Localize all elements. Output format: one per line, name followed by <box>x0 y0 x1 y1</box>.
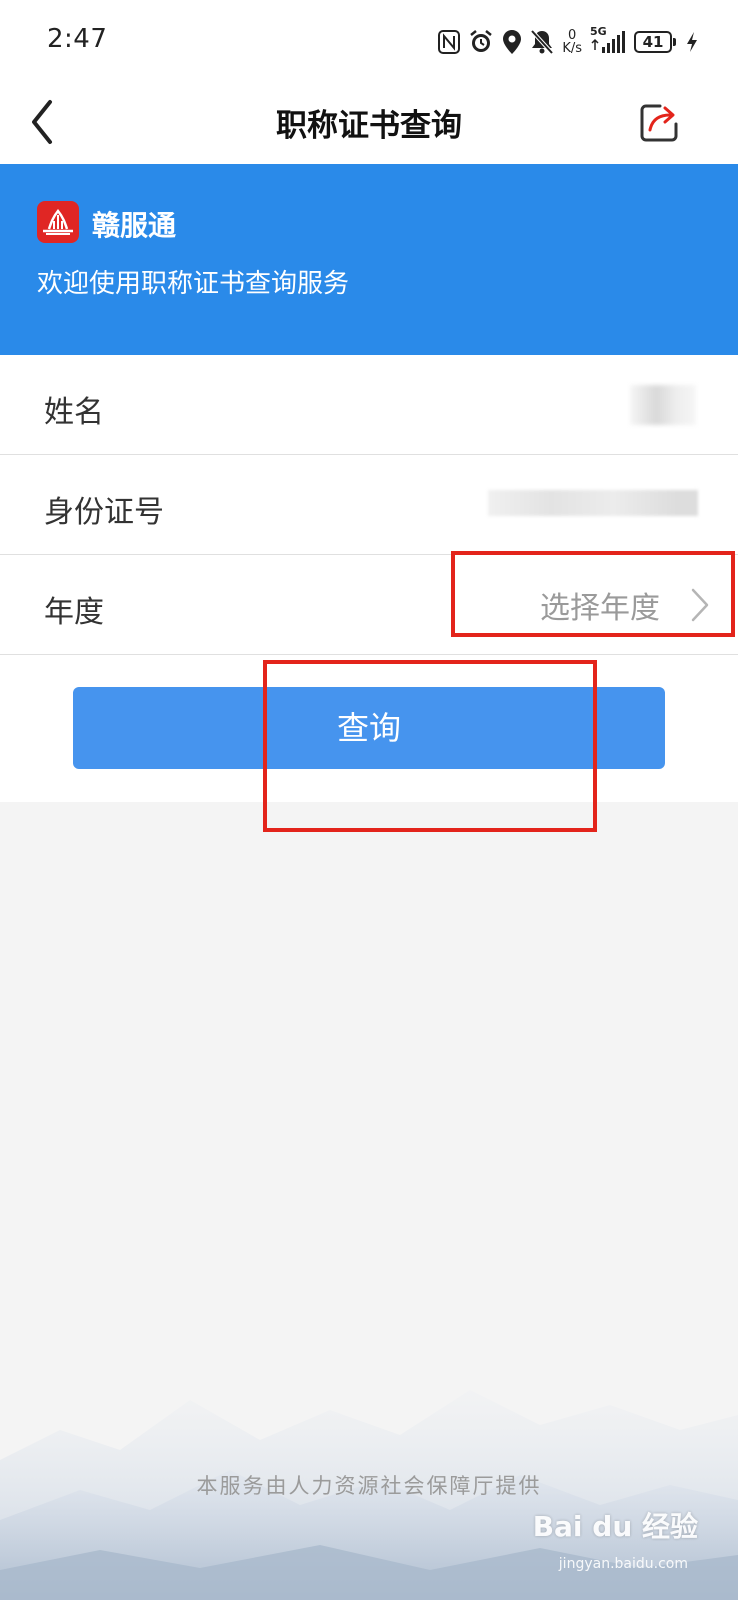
battery-icon: 41 <box>634 31 676 53</box>
net-speed: 0 K/s <box>562 29 582 55</box>
net-speed-unit: K/s <box>562 41 582 56</box>
status-time: 2:47 <box>47 24 108 54</box>
nav-bar: 职称证书查询 <box>0 80 738 164</box>
page-title: 职称证书查询 <box>276 108 462 144</box>
baidu-watermark-url: jingyan.baidu.com <box>558 1556 688 1572</box>
name-value-redacted[interactable] <box>630 385 696 425</box>
nfc-icon <box>438 30 461 54</box>
year-row[interactable]: 年度 选择年度 <box>0 555 738 655</box>
app-logo <box>37 201 79 243</box>
year-select[interactable]: 选择年度 <box>540 579 710 631</box>
service-banner: 赣服通 欢迎使用职称证书查询服务 <box>0 164 738 355</box>
status-icons: 0 K/s 5G 41 <box>438 24 698 60</box>
alarm-icon <box>468 29 494 55</box>
name-label: 姓名 <box>44 395 104 430</box>
query-button[interactable]: 查询 <box>73 687 665 769</box>
location-icon <box>502 29 522 55</box>
share-icon <box>640 104 678 142</box>
id-value-redacted[interactable] <box>488 490 698 516</box>
name-row[interactable]: 姓名 <box>0 355 738 455</box>
baidu-watermark: Bai du 经验 <box>532 1510 698 1543</box>
mute-icon <box>530 29 554 55</box>
status-bar: 2:47 0 K/s 5G 41 <box>0 0 738 80</box>
chevron-right-icon <box>691 588 709 622</box>
signal-label: 5G <box>590 25 607 38</box>
charging-icon <box>686 31 698 53</box>
id-row[interactable]: 身份证号 <box>0 455 738 555</box>
year-placeholder: 选择年度 <box>540 591 660 626</box>
signal-icon: 5G <box>590 25 626 55</box>
banner-subtitle: 欢迎使用职称证书查询服务 <box>37 269 350 299</box>
share-button[interactable] <box>636 98 684 146</box>
id-label: 身份证号 <box>44 495 164 530</box>
year-label: 年度 <box>44 595 104 630</box>
footer-note: 本服务由人力资源社会保障厅提供 <box>196 1474 542 1498</box>
app-name: 赣服通 <box>92 209 177 242</box>
